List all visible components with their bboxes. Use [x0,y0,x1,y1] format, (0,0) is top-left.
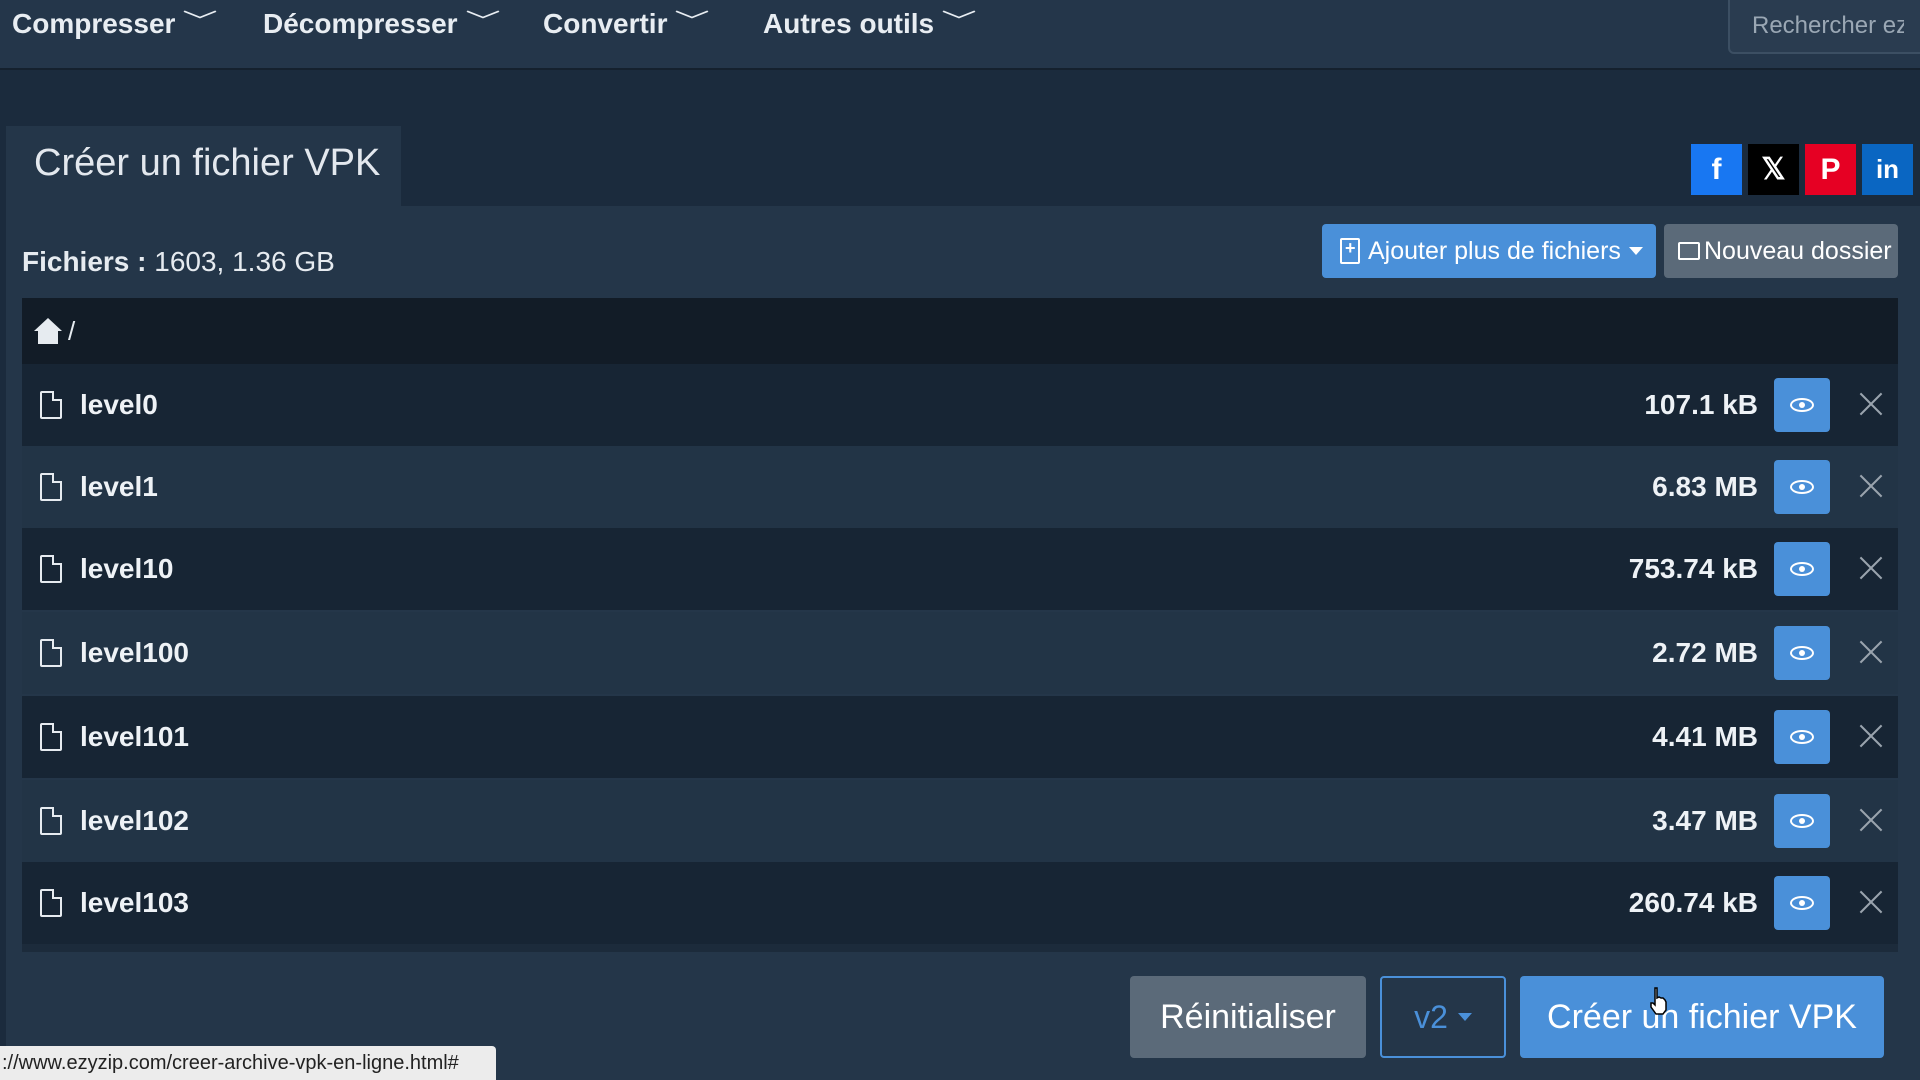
nav-autres-outils[interactable]: Autres outils ﹀ [763,6,977,42]
create-vpk-button[interactable]: Créer un fichier VPK [1520,976,1884,1058]
chevron-down-icon: ﹀ [674,9,711,34]
mouse-pointer-icon [1650,987,1667,1015]
file-name: level10 [80,553,174,584]
file-row: level102 3.47 MB [22,780,1898,862]
remove-file-button[interactable] [1856,721,1886,751]
chevron-down-icon: ﹀ [464,9,501,34]
new-folder-label: Nouveau dossier [1704,236,1892,265]
file-row: level10 753.74 kB [22,528,1898,610]
preview-button[interactable] [1774,460,1830,514]
folder-add-icon [1678,242,1700,260]
new-folder-button[interactable]: Nouveau dossier [1664,224,1898,278]
nav-compresser-label: Compresser [12,8,176,39]
files-label: Fichiers : [22,246,147,277]
remove-file-button[interactable] [1856,887,1886,917]
file-icon [40,391,62,419]
preview-button[interactable] [1774,794,1830,848]
x-share-button[interactable]: 𝕏 [1748,144,1799,195]
file-name: level100 [80,637,189,668]
file-row: level1 6.83 MB [22,446,1898,528]
remove-file-button[interactable] [1856,805,1886,835]
caret-down-icon [1457,1013,1472,1021]
remove-file-button[interactable] [1856,471,1886,501]
file-add-icon [1340,238,1360,264]
preview-button[interactable] [1774,710,1830,764]
nav-autres-outils-label: Autres outils [763,8,935,39]
facebook-icon: f [1711,152,1722,186]
pinterest-icon: P [1820,152,1841,186]
file-icon [40,639,62,667]
facebook-share-button[interactable]: f [1691,144,1742,195]
file-size: 4.41 MB [1652,721,1758,752]
preview-button[interactable] [1774,876,1830,930]
file-size: 6.83 MB [1652,471,1758,502]
file-name: level102 [80,805,189,836]
eye-icon [1790,562,1814,576]
breadcrumb: / [22,298,1898,364]
version-label: v2 [1414,998,1448,1035]
file-size: 107.1 kB [1644,389,1758,420]
page-title: Créer un fichier VPK [6,126,401,206]
file-icon [40,555,62,583]
home-icon[interactable] [34,318,62,344]
remove-file-button[interactable] [1856,637,1886,667]
file-size: 3.47 MB [1652,805,1758,836]
eye-icon [1790,730,1814,744]
chevron-down-icon: ﹀ [941,9,977,34]
eye-icon [1790,646,1814,660]
linkedin-icon: in [1875,154,1900,184]
remove-file-button[interactable] [1856,389,1886,419]
file-row: level100 2.72 MB [22,612,1898,694]
top-nav: Compresser ﹀ Décompresser ﹀ Convertir ﹀ … [0,0,1920,70]
nav-convertir[interactable]: Convertir ﹀ [543,6,710,42]
file-size: 753.74 kB [1628,553,1758,584]
eye-icon [1790,814,1814,828]
remove-file-button[interactable] [1856,553,1886,583]
file-name: level0 [80,389,158,420]
search-input[interactable] [1728,0,1920,54]
file-row: level0 107.1 kB [22,364,1898,446]
version-select[interactable]: v2 [1380,976,1506,1058]
reset-button[interactable]: Réinitialiser [1130,976,1366,1058]
file-icon [40,889,62,917]
add-files-dropdown-toggle[interactable] [1616,224,1656,278]
file-size: 2.72 MB [1652,637,1758,668]
preview-button[interactable] [1774,542,1830,596]
eye-icon [1790,398,1814,412]
list-bottom-divider [22,944,1898,952]
pinterest-share-button[interactable]: P [1805,144,1856,195]
file-name: level103 [80,887,189,918]
nav-compresser[interactable]: Compresser ﹀ [12,6,218,42]
nav-decompresser[interactable]: Décompresser ﹀ [263,6,500,42]
eye-icon [1790,480,1814,494]
file-row: level103 260.74 kB [22,862,1898,944]
nav-decompresser-label: Décompresser [263,8,458,39]
chevron-down-icon: ﹀ [182,9,219,34]
file-icon [40,473,62,501]
file-name: level101 [80,721,189,752]
breadcrumb-separator: / [68,315,76,346]
add-files-label: Ajouter plus de fichiers [1368,236,1621,265]
status-bar-url: ://www.ezyzip.com/creer-archive-vpk-en-l… [0,1046,496,1080]
nav-convertir-label: Convertir [543,8,668,39]
files-count-value: 1603, 1.36 GB [154,246,335,277]
files-summary: Fichiers : 1603, 1.36 GB [22,246,335,278]
file-size: 260.74 kB [1628,887,1758,918]
linkedin-share-button[interactable]: in [1862,144,1913,195]
caret-down-icon [1629,247,1643,255]
x-icon: 𝕏 [1761,153,1786,186]
file-name: level1 [80,471,158,502]
preview-button[interactable] [1774,626,1830,680]
eye-icon [1790,896,1814,910]
file-icon [40,807,62,835]
file-icon [40,723,62,751]
file-row: level101 4.41 MB [22,696,1898,778]
add-files-button[interactable]: Ajouter plus de fichiers [1322,224,1656,278]
preview-button[interactable] [1774,378,1830,432]
